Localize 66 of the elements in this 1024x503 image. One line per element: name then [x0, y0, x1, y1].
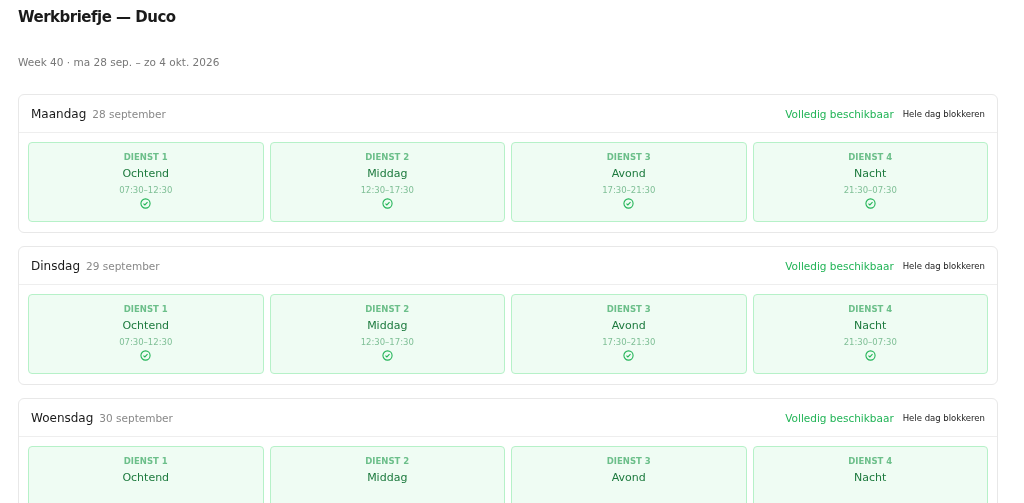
- check-circle-icon: [140, 198, 152, 209]
- check-circle-icon: [864, 350, 876, 361]
- shift-slot[interactable]: DIENST 3 Avond 17:30–21:30: [511, 142, 747, 222]
- block-day-button[interactable]: Hele dag blokkeren: [902, 108, 985, 119]
- shift-time: 17:30–21:30: [602, 185, 656, 195]
- shift-name: Middag: [367, 471, 408, 484]
- shift-name: Avond: [611, 319, 646, 332]
- shift-name: Avond: [611, 167, 646, 180]
- check-circle-icon: [140, 350, 152, 361]
- check-circle-icon: [623, 198, 635, 209]
- shift-number: DIENST 1: [123, 456, 168, 466]
- shift-time: 12:30–17:30: [360, 185, 414, 195]
- shift-number: DIENST 3: [606, 152, 651, 162]
- shift-name: Ochtend: [122, 167, 170, 180]
- shift-time: 07:30–12:30: [119, 337, 173, 347]
- shift-number: DIENST 2: [365, 152, 410, 162]
- shift-slot[interactable]: DIENST 1 Ochtend: [28, 446, 264, 503]
- shift-slot[interactable]: DIENST 1 Ochtend 07:30–12:30: [28, 294, 264, 374]
- shift-number: DIENST 2: [365, 456, 410, 466]
- page-title: Werkbriefje — Duco: [18, 8, 177, 26]
- shift-name: Nacht: [854, 319, 887, 332]
- check-circle-icon: [381, 198, 393, 209]
- shift-name: Avond: [611, 471, 646, 484]
- block-day-button[interactable]: Hele dag blokkeren: [902, 260, 985, 271]
- shift-number: DIENST 4: [848, 152, 893, 162]
- shift-slot[interactable]: DIENST 2 Middag 12:30–17:30: [269, 294, 505, 374]
- availability-status: Volledig beschikbaar: [785, 107, 894, 120]
- block-day-button[interactable]: Hele dag blokkeren: [902, 412, 985, 423]
- shift-number: DIENST 4: [848, 304, 893, 314]
- shift-slot[interactable]: DIENST 2 Middag: [269, 446, 505, 503]
- shift-time: 12:30–17:30: [360, 337, 414, 347]
- shift-slot[interactable]: DIENST 1 Ochtend 07:30–12:30: [28, 142, 264, 222]
- check-circle-icon: [623, 350, 635, 361]
- day-name: Dinsdag: [31, 258, 81, 273]
- shift-slot[interactable]: DIENST 2 Middag 12:30–17:30: [269, 142, 505, 222]
- shift-slot[interactable]: DIENST 3 Avond: [511, 446, 747, 503]
- shift-slot[interactable]: DIENST 4 Nacht 21:30–07:30: [752, 294, 988, 374]
- shift-name: Middag: [367, 319, 408, 332]
- shift-number: DIENST 2: [365, 304, 410, 314]
- shift-time: 07:30–12:30: [119, 185, 173, 195]
- shift-number: DIENST 3: [606, 304, 651, 314]
- shift-slot[interactable]: DIENST 4 Nacht: [752, 446, 988, 503]
- check-circle-icon: [381, 350, 393, 361]
- shift-slot[interactable]: DIENST 3 Avond 17:30–21:30: [511, 294, 747, 374]
- shift-number: DIENST 1: [123, 304, 168, 314]
- shift-number: DIENST 1: [123, 152, 168, 162]
- shift-name: Ochtend: [122, 471, 170, 484]
- day-date: 30 september: [99, 411, 173, 424]
- check-circle-icon: [864, 198, 876, 209]
- day-name: Maandag: [31, 106, 87, 121]
- day-name: Woensdag: [31, 410, 94, 425]
- availability-status: Volledig beschikbaar: [785, 259, 894, 272]
- shift-name: Ochtend: [122, 319, 170, 332]
- shift-number: DIENST 4: [848, 456, 893, 466]
- shift-time: 21:30–07:30: [843, 337, 897, 347]
- shift-number: DIENST 3: [606, 456, 651, 466]
- shift-name: Nacht: [854, 471, 887, 484]
- shift-slot[interactable]: DIENST 4 Nacht 21:30–07:30: [752, 142, 988, 222]
- shift-time: 21:30–07:30: [843, 185, 897, 195]
- day-date: 28 september: [92, 107, 166, 120]
- shift-name: Middag: [367, 167, 408, 180]
- shift-name: Nacht: [854, 167, 887, 180]
- day-date: 29 september: [86, 259, 160, 272]
- shift-time: 17:30–21:30: [602, 337, 656, 347]
- week-range: Week 40 · ma 28 sep. – zo 4 okt. 2026: [18, 56, 221, 68]
- availability-status: Volledig beschikbaar: [785, 411, 894, 424]
